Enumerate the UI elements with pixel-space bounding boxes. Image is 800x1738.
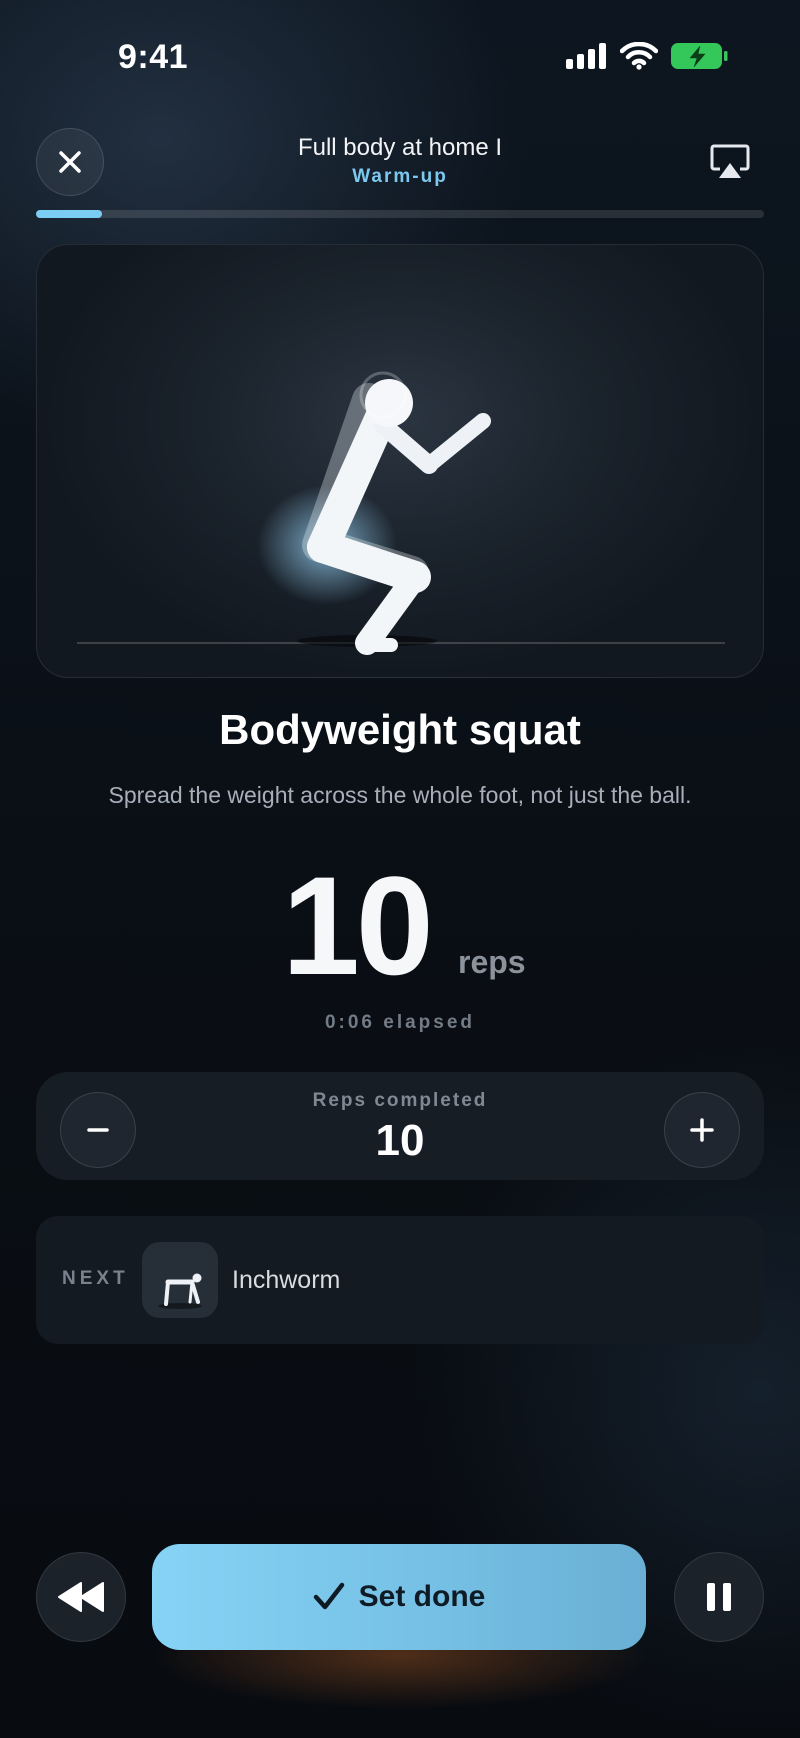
- rep-unit-label: reps: [458, 944, 526, 980]
- target-rep-count: 10: [282, 847, 434, 1004]
- workout-progress-fill: [36, 210, 102, 218]
- airplay-icon: [710, 144, 750, 178]
- reps-completed-value: 10: [375, 1116, 425, 1165]
- previous-exercise-button[interactable]: [36, 1552, 126, 1642]
- elapsed-time: 0:06 elapsed: [324, 1012, 476, 1033]
- battery-icon: [671, 43, 728, 69]
- reps-completed-panel: Reps completed 10: [36, 1072, 764, 1180]
- squat-figure-illustration: [77, 371, 725, 655]
- signal-icon: [566, 43, 606, 69]
- set-done-label: Set done: [358, 1580, 486, 1613]
- next-exercise-name: Inchworm: [232, 1266, 341, 1294]
- next-label: NEXT: [62, 1268, 129, 1289]
- next-exercise-card[interactable]: NEXT Inchworm: [36, 1216, 764, 1344]
- wifi-icon: [620, 42, 658, 70]
- inchworm-figure-icon: [158, 1273, 202, 1309]
- increase-reps-button[interactable]: [664, 1092, 740, 1168]
- workout-title: Full body at home I: [297, 134, 503, 161]
- reps-completed-label: Reps completed: [312, 1090, 488, 1111]
- exercise-name: Bodyweight squat: [219, 706, 581, 753]
- check-icon: [313, 1582, 344, 1610]
- workout-progress-bar: [36, 210, 764, 218]
- set-done-button[interactable]: Set done: [152, 1544, 646, 1650]
- exercise-demo-video[interactable]: [36, 244, 764, 678]
- airplay-button[interactable]: [696, 128, 764, 196]
- pause-button[interactable]: [674, 1552, 764, 1642]
- exercise-tip: Spread the weight across the whole foot,…: [108, 782, 692, 808]
- status-icons: [566, 42, 728, 70]
- plus-icon: [690, 1118, 714, 1142]
- next-exercise-thumbnail: [142, 1242, 218, 1318]
- workout-phase: Warm-up: [352, 166, 448, 187]
- rewind-icon: [58, 1582, 104, 1612]
- status-time: 9:41: [118, 38, 189, 76]
- pause-icon: [707, 1583, 731, 1611]
